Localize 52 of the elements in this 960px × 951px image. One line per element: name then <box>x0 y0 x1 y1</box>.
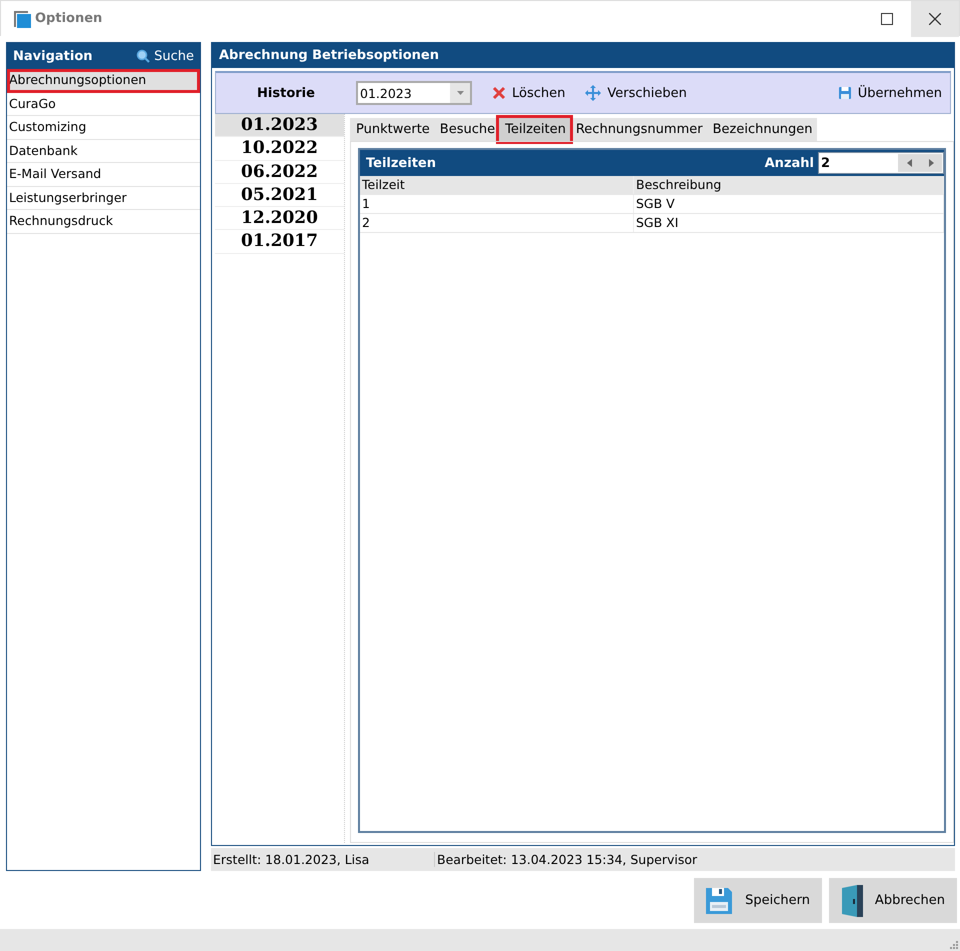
table-cell: SGB V <box>634 195 944 213</box>
tab[interactable]: Besuche <box>434 118 500 141</box>
table-cell: 1 <box>360 195 634 213</box>
delete-button[interactable]: Löschen <box>492 86 566 100</box>
tab[interactable]: Teilzeiten <box>499 118 570 141</box>
navigation-item[interactable]: Leistungserbringer <box>7 186 200 210</box>
save-button[interactable]: Speichern <box>694 878 822 923</box>
navigation-item[interactable]: Rechnungsdruck <box>7 210 200 234</box>
resize-grip-icon[interactable] <box>948 939 958 949</box>
apply-button[interactable]: Übernehmen <box>838 86 942 100</box>
search-icon[interactable] <box>136 49 150 63</box>
navigation-item[interactable]: Customizing <box>7 116 200 140</box>
history-item[interactable]: 06.2022 <box>215 160 344 184</box>
column-header: Teilzeit <box>360 176 634 194</box>
cancel-button[interactable]: Abbrechen <box>829 878 957 923</box>
history-item[interactable]: 01.2017 <box>215 230 344 254</box>
navigation-item[interactable]: CuraGo <box>7 92 200 116</box>
panel-title: Abrechnung Betriebsoptionen <box>212 42 954 68</box>
app-icon <box>13 10 31 28</box>
close-icon <box>929 12 941 24</box>
tab[interactable]: Bezeichnungen <box>706 118 817 141</box>
window-title: Optionen <box>35 11 104 26</box>
history-label: Historie <box>256 86 316 100</box>
dropdown-arrow-icon <box>456 91 464 95</box>
save-icon <box>838 86 852 100</box>
right-arrow-icon[interactable] <box>928 159 934 167</box>
table-cell: 2 <box>360 214 634 232</box>
history-item[interactable]: 10.2022 <box>215 137 344 161</box>
delete-icon <box>492 86 506 100</box>
tab[interactable]: Rechnungsnummer <box>570 118 707 141</box>
table-cell: SGB XI <box>634 214 944 232</box>
count-label: Anzahl <box>764 156 814 170</box>
navigation-item[interactable]: Datenbank <box>7 140 200 163</box>
door-icon <box>839 884 865 918</box>
navigation-item[interactable]: E-Mail Versand <box>7 163 200 186</box>
move-icon <box>585 85 602 101</box>
history-item[interactable]: 05.2021 <box>215 184 344 208</box>
left-arrow-icon[interactable] <box>906 159 912 167</box>
search-link[interactable]: Suche <box>154 48 194 64</box>
history-item[interactable]: 01.2023 <box>215 114 344 138</box>
table-title: Teilzeiten <box>366 156 437 170</box>
navigation-item[interactable]: Abrechnungsoptionen <box>7 69 200 92</box>
edited-info: Bearbeitet: 13.04.2023 15:34, Supervisor <box>436 852 698 867</box>
history-item[interactable]: 12.2020 <box>215 207 344 230</box>
tab[interactable]: Punktwerte <box>350 118 434 141</box>
navigation-title: Navigation <box>13 48 93 64</box>
created-info: Erstellt: 18.01.2023, Lisa <box>211 852 435 867</box>
move-button[interactable]: Verschieben <box>585 85 687 101</box>
count-field[interactable]: 2 <box>818 152 944 174</box>
column-header: Beschreibung <box>634 176 944 194</box>
history-dropdown[interactable]: 01.2023 <box>356 81 472 105</box>
maximize-icon <box>881 12 893 24</box>
